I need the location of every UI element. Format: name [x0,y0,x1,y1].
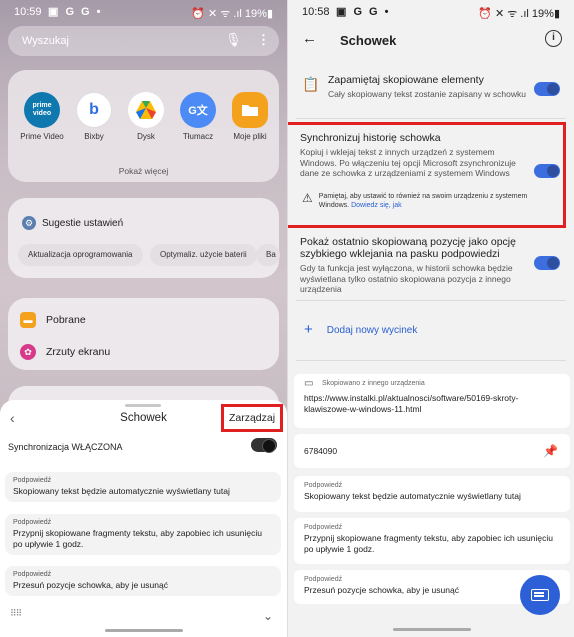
notification-icons: ▣ G G • [336,6,391,18]
divider [296,300,566,301]
tip-card: Podpowiedź Skopiowany tekst będzie autom… [294,476,570,512]
tip-text: Przypnij skopiowane fragmenty tekstu, ab… [304,533,553,554]
status-right-icons: ⏰ ✕ ᯤ .ıl 19%▮ [191,8,273,20]
app-my-files[interactable]: Moje pliki [224,92,276,152]
folder-label: Zrzuty ekranu [46,346,111,358]
setting-title: Pokaż ostatnio skopiowaną pozycję jako o… [300,236,516,260]
tip-card: Podpowiedź Przesuń pozycje schowka, aby … [5,566,281,596]
prime-video-icon: prime video [24,92,60,128]
bixby-icon: b [76,92,112,128]
translate-icon: G文 [180,92,216,128]
tip-header: Podpowiedź [13,477,52,484]
tip-header: Podpowiedź [304,524,343,531]
app-label: Prime Video [20,132,64,141]
tip-card: Podpowiedź Przypnij skopiowane fragmenty… [5,514,281,555]
clipboard-settings-panel: 10:58 ▣ G G • ⏰ ✕ ᯤ .ıl 19%▮ ← Schowek i… [287,0,574,637]
status-time: 10:59 [14,6,42,18]
clip-item[interactable]: 6784090 📌 [294,434,570,468]
download-folder-icon: ▬ [20,312,36,328]
add-clip-button[interactable]: + Dodaj nowy wycinek [304,321,418,338]
clip-text: https://www.instalki.pl/aktualnosci/soft… [304,393,519,414]
clip-header: Skopiowano z innego urządzenia [322,380,425,387]
tip-header: Podpowiedź [13,571,52,578]
app-label: Tłumacz [182,132,214,141]
remember-copied-toggle[interactable] [534,82,560,96]
clip-text: 6784090 [304,446,338,456]
folders-card: ▬ Pobrane ✿ Zrzuty ekranu [8,298,279,370]
status-bar: 10:59 ▣ G G • ⏰ ✕ ᯤ .ıl 19%▮ [0,0,287,26]
plus-icon: + [304,321,313,338]
tip-text: Przypnij skopiowane fragmenty tekstu, ab… [13,528,262,549]
folder-downloads[interactable]: ▬ Pobrane [20,312,86,328]
setting-description: Cały skopiowany tekst zostanie zapisany … [328,89,526,99]
folder-screenshots[interactable]: ✿ Zrzuty ekranu [20,344,110,360]
tip-text: Skopiowany tekst będzie automatycznie wy… [13,486,230,496]
keyboard-clipboard-panel: ‹ Schowek Zarządzaj Synchronizacja WŁĄCZ… [0,400,287,637]
app-label: Bixby [84,132,104,141]
drive-icon [128,92,164,128]
keyboard-icon [531,589,549,601]
notification-icons: ▣ G G • [48,6,103,18]
screenshot-folder-icon: ✿ [20,344,36,360]
info-icon[interactable]: i [545,30,562,47]
search-bar[interactable]: Wyszukaj 🎙 ⋮ [8,26,279,56]
suggestions-title: ⚙ Sugestie ustawień [22,216,123,230]
other-device-icon: ▭ [304,378,314,389]
navigation-bar[interactable] [105,629,183,632]
app-prime-video[interactable]: prime video Prime Video [16,92,68,152]
setting-title: Zapamiętaj skopiowane elementy [328,74,484,86]
tip-card: Podpowiedź Przypnij skopiowane fragmenty… [294,518,570,564]
status-right-icons: ⏰ ✕ ᯤ .ıl 19%▮ [478,8,560,20]
app-translate[interactable]: G文 Tłumacz [172,92,224,152]
app-drive[interactable]: Dysk [120,92,172,152]
tip-header: Podpowiedź [304,576,343,583]
divider [296,360,566,361]
clip-item-remote[interactable]: Skopiowano z innego urządzenia ▭ https:/… [294,374,570,428]
tip-text: Skopiowany tekst będzie automatycznie wy… [304,491,521,501]
clipboard-icon: 📋 [302,76,320,92]
suggestions-title-text: Sugestie ustawień [42,217,124,229]
navigation-bar[interactable] [393,628,471,631]
app-label: Dysk [137,132,155,141]
microphone-icon[interactable]: 🎙 [225,32,242,50]
tip-header: Podpowiedź [13,519,52,526]
sync-status-label: Synchronizacja WŁĄCZONA [8,442,123,452]
setting-remember-copied[interactable]: 📋 Zapamiętaj skopiowane elementy Cały sk… [296,74,568,100]
chevron-down-icon[interactable]: ⌄ [263,609,273,623]
status-time: 10:58 [302,6,330,18]
sheet-handle[interactable] [125,404,161,407]
suggestion-chip-battery[interactable]: Optymaliz. użycie baterii [150,244,257,266]
more-options-icon[interactable]: ⋮ [257,32,270,50]
add-clip-label: Dodaj nowy wycinek [326,324,418,336]
show-more-link[interactable]: Pokaż więcej [8,166,279,176]
keyboard-grid-icon[interactable]: ⠿⠿ [10,608,22,619]
apps-row: prime video Prime Video b Bixby Dysk G文 T… [16,92,276,152]
divider [296,118,566,119]
keyboard-fab[interactable] [520,575,560,615]
tip-text: Przesuń pozycje schowka, aby je usunąć [13,580,168,590]
folder-icon [232,92,268,128]
back-arrow-icon[interactable]: ← [302,30,317,47]
setting-description: Gdy ta funkcja jest wyłączona, w histori… [300,263,513,294]
pin-icon[interactable]: 📌 [543,444,558,458]
folder-label: Pobrane [46,314,86,326]
app-label: Moje pliki [233,132,267,141]
apps-card: prime video Prime Video b Bixby Dysk G文 T… [8,70,279,182]
gear-icon: ⚙ [22,216,36,230]
tip-header: Podpowiedź [304,482,343,489]
sync-toggle[interactable] [251,438,277,453]
setting-show-last-copied[interactable]: Pokaż ostatnio skopiowaną pozycję jako o… [296,236,568,295]
manage-button[interactable]: Zarządzaj [221,404,283,432]
app-bar: ← Schowek i [288,22,574,62]
highlight-frame [288,122,566,228]
settings-suggestions-card: ⚙ Sugestie ustawień Aktualizacja oprogra… [8,198,280,278]
suggestion-chip-software-update[interactable]: Aktualizacja oprogramowania [18,244,143,266]
search-placeholder: Wyszukaj [22,35,69,47]
app-bixby[interactable]: b Bixby [68,92,120,152]
show-last-copied-toggle[interactable] [534,256,560,270]
page-title: Schowek [340,33,397,48]
tip-card: Podpowiedź Skopiowany tekst będzie autom… [5,472,281,502]
suggestion-chip-partial[interactable]: Ba [256,244,280,266]
home-screen-panel: 10:59 ▣ G G • ⏰ ✕ ᯤ .ıl 19%▮ Wyszukaj 🎙 … [0,0,287,637]
